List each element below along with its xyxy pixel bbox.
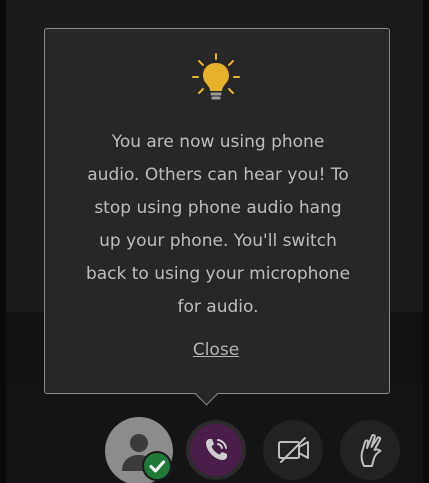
- camera-off-icon: [278, 437, 309, 463]
- raise-hand-icon: [360, 434, 382, 467]
- message-line: for audio.: [177, 297, 259, 317]
- message-line: stop using phone audio hang: [94, 198, 342, 218]
- app-stage: You are now using phone audio. Others ca…: [0, 0, 429, 483]
- lightbulb-icon: [192, 53, 240, 100]
- message-line: back to using your microphone: [85, 264, 351, 284]
- left-edge: [0, 0, 6, 483]
- raise-hand-button[interactable]: [340, 420, 400, 480]
- status-badge: [142, 451, 172, 481]
- tooltip-message: You are now using phone audio. Others ca…: [60, 126, 376, 324]
- phone-icon: [206, 439, 227, 460]
- message-line: audio. Others can hear you! To: [87, 165, 349, 185]
- close-link[interactable]: Close: [180, 340, 252, 360]
- phone-audio-button[interactable]: [186, 420, 246, 480]
- checkmark-icon: [149, 460, 165, 473]
- right-edge: [423, 0, 429, 483]
- message-line: up your phone. You'll switch: [99, 231, 337, 251]
- message-line: You are now using phone: [111, 132, 325, 152]
- camera-toggle-button[interactable]: [263, 420, 323, 480]
